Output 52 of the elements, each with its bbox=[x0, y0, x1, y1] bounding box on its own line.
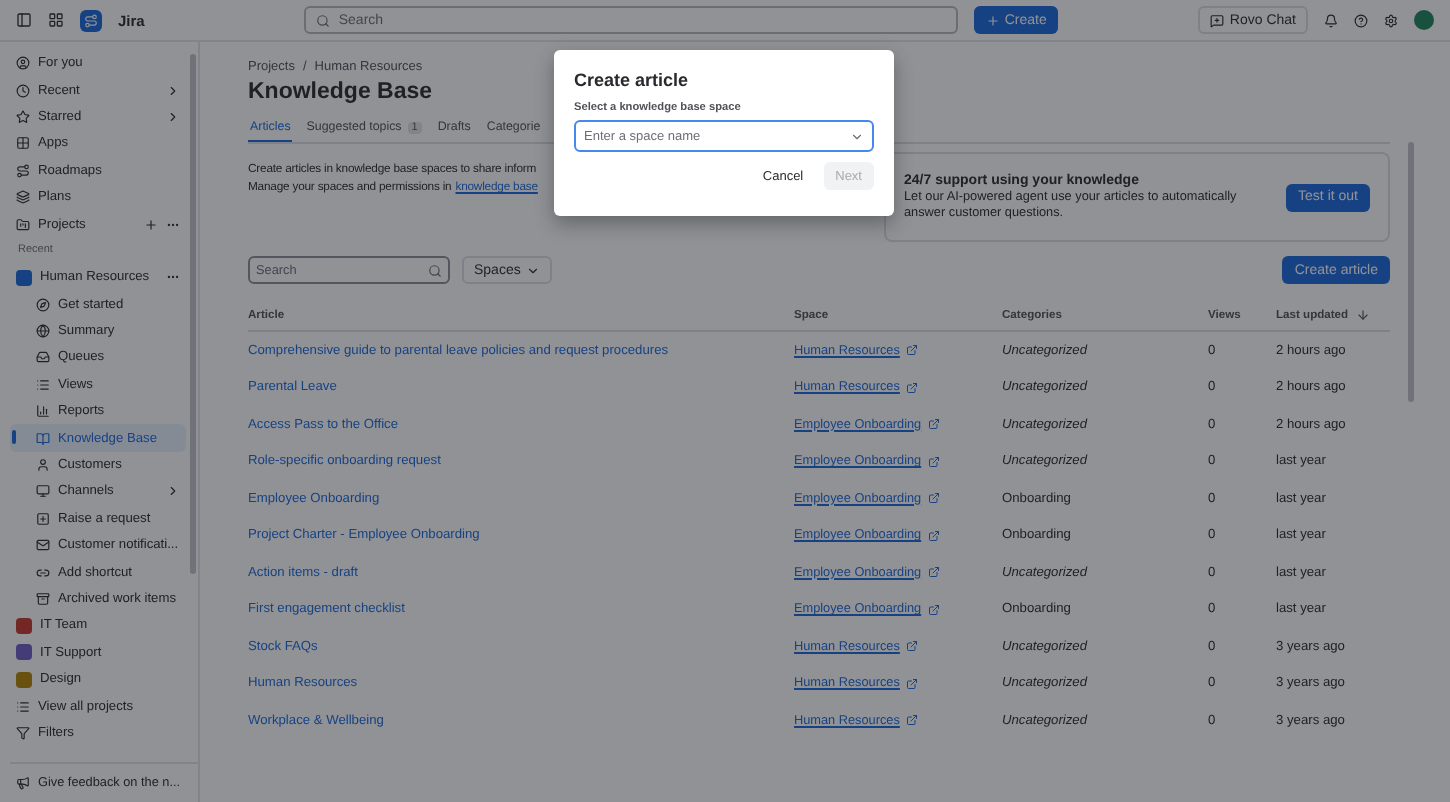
layers-icon bbox=[16, 190, 30, 205]
list-icon bbox=[36, 377, 50, 392]
external-link-icon bbox=[905, 677, 918, 690]
sort-arrow-icon bbox=[1356, 308, 1371, 322]
chevron-right-icon bbox=[166, 484, 180, 499]
external-link-icon bbox=[905, 344, 918, 357]
star-icon bbox=[16, 109, 30, 124]
folder-icon bbox=[16, 217, 30, 232]
monitor-icon bbox=[36, 484, 50, 499]
chat-icon bbox=[1209, 13, 1224, 27]
route-icon bbox=[16, 163, 30, 178]
megaphone-icon bbox=[16, 776, 30, 790]
bar-chart-icon bbox=[36, 404, 50, 419]
chevron-down-icon bbox=[526, 263, 541, 277]
external-link-icon bbox=[927, 418, 940, 431]
external-link-icon bbox=[927, 455, 940, 468]
plus-icon[interactable] bbox=[144, 217, 158, 232]
clock-icon bbox=[16, 83, 30, 98]
notifications-icon[interactable] bbox=[1324, 13, 1338, 27]
external-link-icon bbox=[927, 492, 940, 505]
link-icon bbox=[36, 565, 50, 580]
avatar[interactable] bbox=[1414, 10, 1434, 30]
app-switcher-icon[interactable] bbox=[48, 12, 64, 28]
user-icon bbox=[16, 56, 30, 71]
project-icon bbox=[16, 269, 32, 286]
plus-square-icon bbox=[36, 511, 50, 526]
scrollbar-thumb[interactable] bbox=[1408, 142, 1414, 402]
sidebar-toggle-icon[interactable] bbox=[16, 12, 32, 28]
compass-icon bbox=[36, 297, 50, 312]
settings-icon[interactable] bbox=[1384, 13, 1398, 27]
user-icon bbox=[36, 458, 50, 473]
grid-icon bbox=[16, 136, 30, 151]
filter-icon bbox=[16, 725, 30, 740]
external-link-icon bbox=[927, 529, 940, 542]
external-link-icon bbox=[905, 640, 918, 653]
external-link-icon bbox=[927, 566, 940, 579]
external-link-icon bbox=[927, 603, 940, 616]
book-icon bbox=[36, 431, 50, 446]
inbox-icon bbox=[36, 350, 50, 365]
search-icon bbox=[316, 13, 331, 27]
dialog-title: Create article bbox=[574, 70, 691, 90]
search-icon bbox=[428, 263, 442, 277]
external-link-icon bbox=[905, 381, 918, 394]
chevron-down-icon bbox=[850, 129, 864, 143]
archive-icon bbox=[36, 592, 50, 606]
plus-icon bbox=[986, 13, 1001, 27]
app-logo[interactable] bbox=[80, 9, 102, 31]
mail-icon bbox=[36, 538, 50, 553]
external-link-icon bbox=[905, 714, 918, 727]
help-icon[interactable] bbox=[1354, 13, 1368, 27]
globe-icon bbox=[36, 324, 50, 339]
list-icon bbox=[16, 699, 30, 714]
